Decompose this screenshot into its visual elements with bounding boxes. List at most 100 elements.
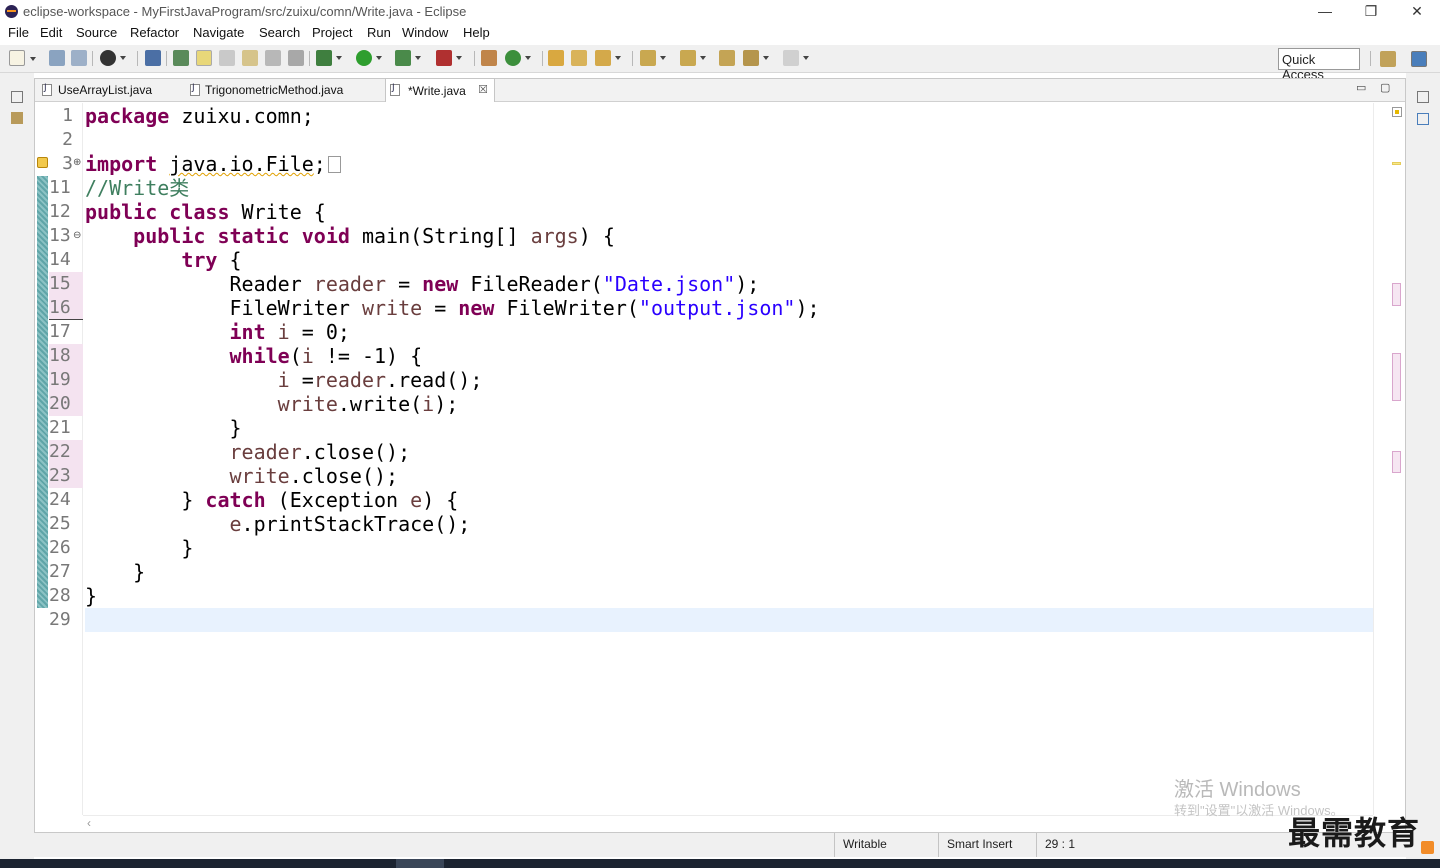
new-class-icon[interactable] [505,50,531,66]
external-tools-icon[interactable] [436,50,462,66]
tab-usearraylist[interactable]: UseArrayList.java [38,79,184,102]
menu-refactor[interactable]: Refactor [130,25,179,40]
debug-icon[interactable] [316,50,342,66]
word-wrap-icon[interactable] [242,50,258,66]
open-type-icon[interactable] [173,50,189,66]
menu-window[interactable]: Window [402,25,448,40]
code-line-26: } [85,536,194,560]
status-bar: Writable Smart Insert 29 : 1 [0,833,1440,857]
window-title: eclipse-workspace - MyFirstJavaProgram/s… [23,4,467,19]
next-annotation-icon[interactable] [640,50,666,66]
code-line-24: } catch (Exception e) { [85,488,459,512]
menu-run[interactable]: Run [367,25,391,40]
minimize-button[interactable]: — [1302,0,1348,24]
taskbar-item[interactable] [396,859,444,868]
code-line-27: } [85,560,146,584]
occurrence-overview-mark[interactable] [1392,283,1401,306]
coverage-icon[interactable] [395,50,421,66]
expand-fold-icon[interactable]: ⊕ [73,158,81,168]
writable-status: Writable [834,833,938,857]
save-icon[interactable] [49,50,65,66]
folded-imports-icon[interactable] [327,156,341,173]
menu-search[interactable]: Search [259,25,300,40]
close-window-button[interactable]: ✕ [1394,0,1440,24]
overview-status-icon[interactable] [1392,107,1402,117]
toggle-block-icon[interactable] [219,50,235,66]
line-number: 17 [49,321,71,342]
line-number: 23 [49,464,83,488]
warning-marker-icon[interactable] [37,157,48,168]
warning-overview-mark[interactable] [1392,162,1401,165]
code-line-14: try { [181,248,242,272]
last-edit-location-icon[interactable] [719,50,735,66]
show-whitespace-icon[interactable] [265,50,281,66]
line-number-ruler: 1 2 3 11 12 13 14 15 16 17 18 19 20 21 2… [49,103,83,815]
skip-breakpoints-icon[interactable] [145,50,161,66]
line-number: 24 [49,489,71,510]
occurrence-overview-mark[interactable] [1392,353,1401,401]
java-perspective-icon[interactable] [1411,51,1427,67]
tab-label: UseArrayList.java [58,83,153,97]
menu-navigate[interactable]: Navigate [193,25,244,40]
menu-project[interactable]: Project [312,25,352,40]
package-explorer-icon[interactable] [11,112,23,124]
tab-label: *Write.java [408,84,466,98]
code-line-23: write.close(); [229,464,399,488]
pilcrow-icon[interactable] [288,50,304,66]
open-perspective-icon[interactable] [1380,51,1396,67]
menu-file[interactable]: File [8,25,29,40]
search-tool-icon[interactable] [595,50,621,66]
line-number: 19 [49,368,83,392]
maximize-editor-icon[interactable]: ▢ [1380,81,1390,94]
tab-write[interactable]: *Write.java ☒ [385,78,495,102]
restore-view-right-icon[interactable] [1417,91,1429,103]
line-number: 26 [49,537,71,558]
menu-help[interactable]: Help [463,25,490,40]
scroll-left-icon[interactable]: ‹ [87,816,91,830]
right-trim-stack [1406,73,1440,860]
tab-label: TrigonometricMethod.java [205,83,344,97]
close-tab-icon[interactable]: ☒ [478,83,488,96]
activation-watermark-title: 激活 Windows [1174,779,1301,801]
code-line-25: e.printStackTrace(); [229,512,471,536]
quick-access-field[interactable]: Quick Access [1278,48,1360,82]
back-icon[interactable] [743,50,769,66]
open-task-icon[interactable] [571,50,587,66]
minimize-editor-icon[interactable]: ▭ [1356,81,1366,94]
menu-source[interactable]: Source [76,25,117,40]
code-line-15: Reader reader = new FileReader("Date.jso… [85,272,760,296]
previous-annotation-icon[interactable] [680,50,706,66]
restore-button[interactable]: ❐ [1348,0,1394,24]
mark-occurrences-icon[interactable] [196,50,212,66]
profile-icon[interactable] [100,50,126,66]
open-folder-icon[interactable] [548,50,564,66]
collapse-fold-icon[interactable]: ⊖ [73,231,81,241]
new-package-icon[interactable] [481,50,497,66]
new-icon[interactable] [9,50,36,66]
code-line-16: FileWriter write = new FileWriter("outpu… [85,296,820,320]
line-number: 2 [62,129,73,150]
save-all-icon[interactable] [71,50,87,66]
line-number: 29 [49,609,71,630]
menu-bar: File Edit Source Refactor Navigate Searc… [0,24,1440,44]
restore-view-icon[interactable] [11,91,23,103]
outline-view-icon[interactable] [1417,113,1429,125]
code-line-28: } [85,584,98,608]
menu-edit[interactable]: Edit [40,25,62,40]
main-toolbar [0,45,1440,73]
run-icon[interactable] [356,50,382,66]
editor-tab-bar: UseArrayList.java TrigonometricMethod.ja… [35,78,1405,102]
code-line-19: i =reader.read(); [277,368,483,392]
occurrence-overview-mark[interactable] [1392,451,1401,473]
code-editor[interactable]: package zuixu.comn; import java.io.File;… [85,103,1373,815]
left-trim-stack [0,73,34,860]
feed-icon[interactable] [1421,841,1434,854]
insert-mode-status[interactable]: Smart Insert [938,833,1036,857]
line-number: 16 [49,296,83,320]
line-number: 22 [49,440,83,464]
code-line-3: import java.io.File; [85,152,341,176]
code-line-20: write.write(i); [277,392,459,416]
tab-trigonometricmethod[interactable]: TrigonometricMethod.java [186,79,383,102]
forward-icon[interactable] [783,50,809,66]
cursor-position-status[interactable]: 29 : 1 [1036,833,1136,857]
